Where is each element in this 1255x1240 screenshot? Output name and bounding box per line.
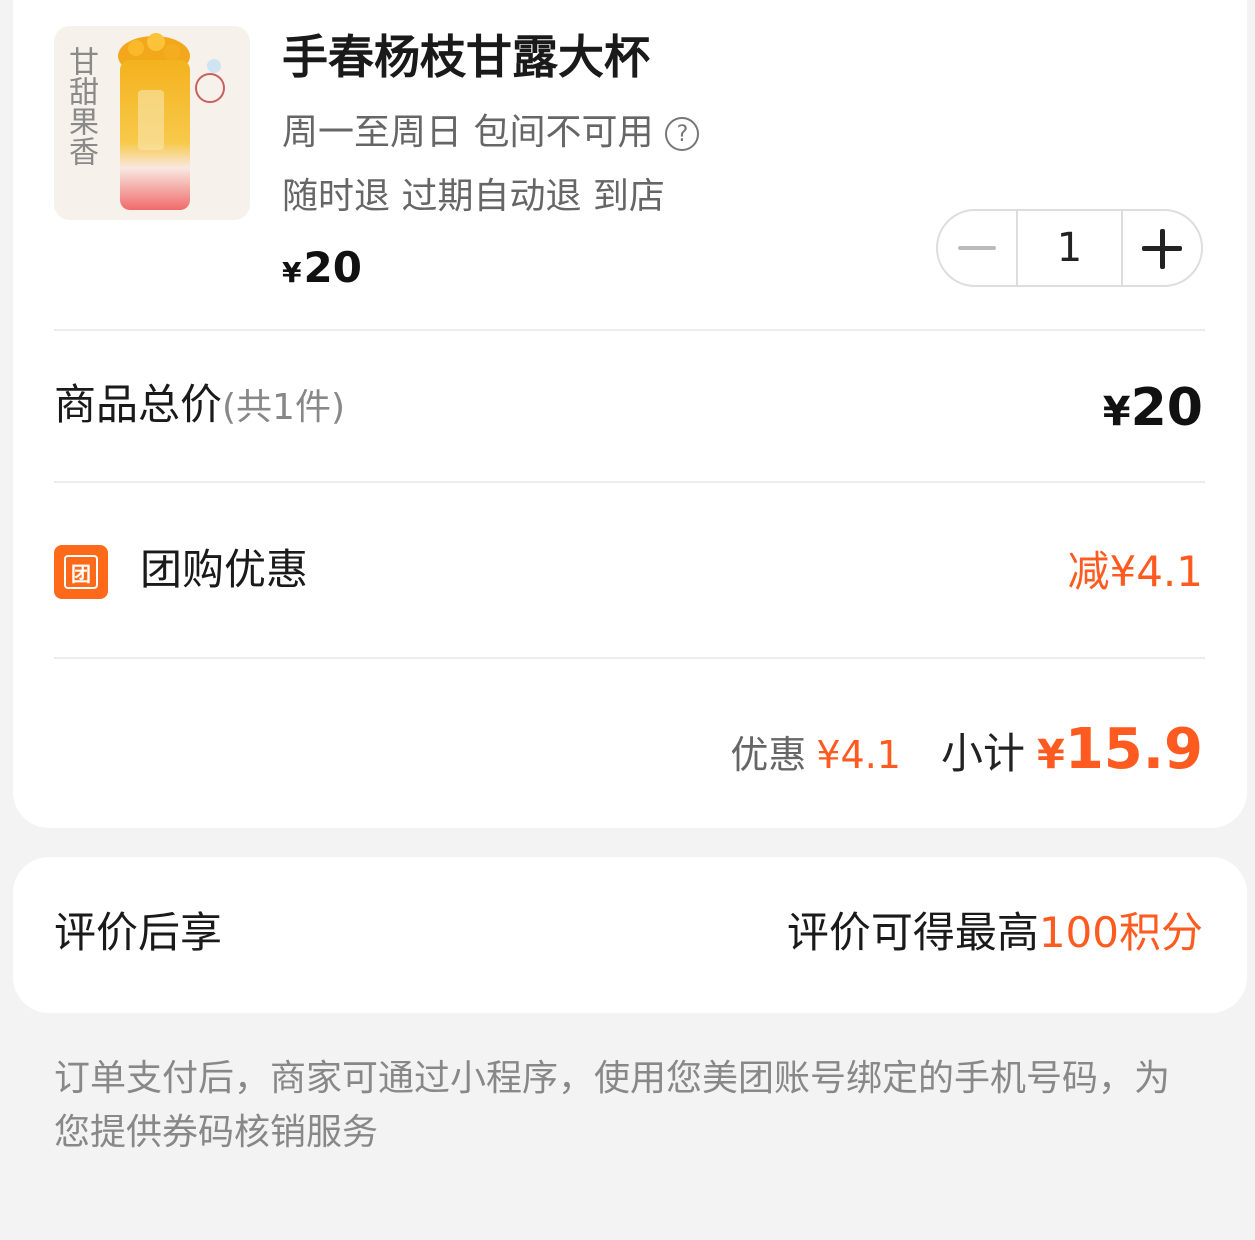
subtotal-value: 15.9 bbox=[1064, 717, 1203, 782]
question-circle-icon[interactable]: ? bbox=[665, 117, 700, 151]
divider bbox=[54, 329, 1205, 331]
total-price-symbol: ¥ bbox=[1102, 389, 1131, 435]
divider bbox=[54, 481, 1205, 483]
plus-icon-vertical bbox=[1159, 229, 1165, 269]
review-points-highlight: 100积分 bbox=[1038, 908, 1203, 957]
total-item-count: (共1件) bbox=[222, 387, 346, 428]
product-price-value: 20 bbox=[303, 243, 362, 292]
product-validity: 周一至周日 包间不可用? bbox=[282, 110, 700, 156]
divider bbox=[54, 657, 1205, 659]
minus-icon bbox=[958, 246, 996, 250]
total-price-label: 商品总价(共1件) bbox=[54, 378, 345, 435]
product-price: ¥20 bbox=[282, 243, 362, 298]
total-price-value: ¥20 bbox=[1103, 378, 1203, 442]
decrease-quantity-button[interactable] bbox=[938, 211, 1018, 285]
product-title: 手春杨枝甘露大杯 bbox=[282, 30, 650, 84]
summary-discount-label: 优惠 bbox=[730, 733, 807, 777]
product-image-caption: 甘甜果香 bbox=[63, 46, 98, 166]
group-discount-value: 减¥4.1 bbox=[1067, 547, 1203, 596]
quantity-value[interactable]: 1 bbox=[1018, 211, 1121, 285]
quantity-stepper[interactable]: 1 bbox=[936, 209, 1203, 287]
subtotal-symbol: ¥ bbox=[1036, 732, 1065, 778]
review-points-label: 评价后享 bbox=[54, 908, 223, 957]
increase-quantity-button[interactable] bbox=[1121, 211, 1201, 285]
product-price-symbol: ¥ bbox=[282, 256, 302, 289]
subtotal-label: 小计 bbox=[940, 729, 1025, 778]
verification-note: 订单支付后，商家可通过小程序，使用您美团账号绑定的手机号码，为您提供券码核销服务 bbox=[54, 1058, 1171, 1153]
group-discount-label: 团购优惠 bbox=[140, 545, 309, 594]
review-points-info: 评价可得最高100积分 bbox=[787, 906, 1203, 960]
summary-discount-value: ¥4.1 bbox=[816, 733, 901, 777]
total-price-label-text: 商品总价 bbox=[54, 380, 223, 429]
subtotal-summary: 优惠 ¥4.1 小计 ¥15.9 bbox=[730, 718, 1203, 795]
product-refund-policy: 随时退 过期自动退 到店 bbox=[282, 176, 665, 217]
group-buy-badge-icon: 团 bbox=[54, 545, 108, 599]
total-price-amount: 20 bbox=[1130, 378, 1203, 438]
product-validity-text: 周一至周日 包间不可用 bbox=[282, 112, 654, 153]
product-image[interactable]: 甘甜果香 bbox=[54, 26, 250, 220]
review-points-text: 评价可得最高 bbox=[786, 908, 1039, 957]
group-buy-badge-text: 团 bbox=[64, 555, 98, 589]
